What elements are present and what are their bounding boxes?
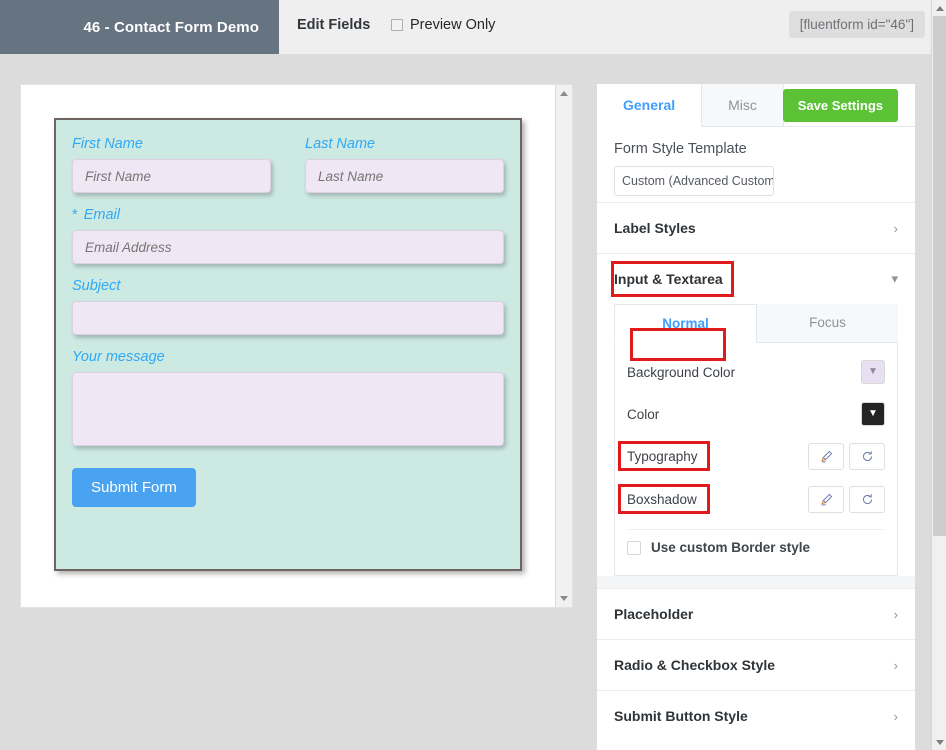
chevron-right-icon: ›	[893, 606, 898, 622]
accordion-header[interactable]: Radio & Checkbox Style ›	[597, 640, 915, 690]
form-preview-card: First Name Last Name * Email Subject You…	[20, 84, 573, 608]
accordion-header[interactable]: Placeholder ›	[597, 589, 915, 639]
field-first-name: First Name	[72, 136, 271, 193]
chevron-right-icon: ›	[893, 708, 898, 724]
typography-controls	[808, 443, 885, 470]
reset-icon	[862, 451, 872, 462]
save-settings-button[interactable]: Save Settings	[782, 89, 898, 122]
form-style-template-label: Form Style Template	[614, 141, 747, 157]
required-mark: *	[72, 207, 78, 223]
typography-edit-button[interactable]	[808, 443, 844, 470]
styled-contact-form: First Name Last Name * Email Subject You…	[54, 118, 522, 571]
edit-fields-link[interactable]: Edit Fields	[297, 17, 370, 33]
sub-tab-focus[interactable]: Focus	[757, 304, 898, 342]
reset-icon	[862, 494, 872, 505]
shortcode-field[interactable]: [fluentform id="46"]	[788, 11, 925, 38]
row-typography: Typography	[618, 441, 885, 471]
field-label: Subject	[72, 278, 121, 294]
page-scrollbar[interactable]	[931, 0, 946, 750]
chevron-down-icon: ▼	[868, 408, 878, 419]
accordion-submit-button-style: Submit Button Style ›	[597, 690, 915, 741]
field-email: * Email	[72, 207, 504, 264]
preview-scroll-up-icon[interactable]	[556, 85, 572, 102]
accordion-header[interactable]: Label Styles ›	[597, 203, 915, 253]
form-style-template-select[interactable]: Custom (Advanced Customi	[614, 166, 774, 196]
form-title-block: 46 - Contact Form Demo	[0, 0, 279, 54]
subject-input[interactable]	[72, 301, 504, 335]
preview-only-checkbox[interactable]	[391, 19, 403, 31]
field-subject: Subject	[72, 278, 504, 335]
message-textarea[interactable]	[72, 372, 504, 446]
boxshadow-controls	[808, 486, 885, 513]
preview-only-toggle[interactable]: Preview Only	[391, 17, 495, 33]
first-name-input[interactable]	[72, 159, 271, 193]
page-title: 46 - Contact Form Demo	[83, 18, 259, 36]
use-custom-border-checkbox[interactable]	[627, 540, 641, 555]
typography-reset-button[interactable]	[849, 443, 885, 470]
tab-misc[interactable]: Misc	[702, 84, 784, 126]
field-label: First Name	[72, 136, 143, 152]
normal-focus-tabs: Normal Focus	[614, 304, 898, 343]
topbar-divider	[0, 54, 946, 57]
accordion-title: Submit Button Style	[614, 708, 748, 724]
pencil-icon	[820, 493, 832, 506]
panel-divider	[597, 576, 915, 588]
accordion-title: Label Styles	[614, 220, 696, 236]
row-label: Typography	[627, 449, 698, 464]
preview-scroll-down-icon[interactable]	[556, 590, 572, 607]
tab-general[interactable]: General	[597, 84, 703, 127]
chevron-down-icon: ▼	[868, 366, 878, 377]
normal-settings-panel: Background Color ▼ Color ▼ Typography Bo…	[614, 343, 898, 576]
field-label-text: Email	[83, 207, 120, 223]
top-bar: 46 - Contact Form Demo Edit Fields Previ…	[0, 0, 946, 54]
accordion-radio-checkbox-style: Radio & Checkbox Style ›	[597, 639, 915, 690]
row-background-color: Background Color ▼	[627, 359, 885, 385]
last-name-input[interactable]	[305, 159, 504, 193]
field-label: Your message	[72, 349, 165, 365]
page-scrollbar-thumb[interactable]	[933, 16, 946, 536]
scroll-up-icon[interactable]	[932, 0, 946, 16]
email-input[interactable]	[72, 230, 504, 264]
row-color: Color ▼	[627, 401, 885, 427]
field-label: * Email	[72, 207, 504, 223]
accordion-header[interactable]: Submit Button Style ›	[597, 691, 915, 741]
row-label: Background Color	[627, 364, 736, 380]
settings-panel: General Misc Save Settings Form Style Te…	[597, 84, 915, 750]
background-color-swatch[interactable]: ▼	[861, 360, 885, 384]
scroll-down-icon[interactable]	[932, 734, 946, 750]
accordion-title: Placeholder	[614, 606, 694, 622]
field-last-name: Last Name	[305, 136, 504, 193]
pencil-icon	[820, 450, 832, 463]
row-label: Color	[627, 406, 660, 422]
boxshadow-reset-button[interactable]	[849, 486, 885, 513]
settings-tabs: General Misc Save Settings	[597, 84, 915, 127]
use-custom-border-label: Use custom Border style	[651, 540, 811, 555]
accordion-label-styles: Label Styles ›	[597, 202, 915, 253]
submit-form-button[interactable]: Submit Form	[72, 468, 196, 507]
boxshadow-edit-button[interactable]	[808, 486, 844, 513]
chevron-down-icon: ▾	[891, 271, 898, 286]
accordion-placeholder: Placeholder ›	[597, 588, 915, 639]
preview-scrollbar[interactable]	[555, 85, 572, 607]
row-boxshadow: Boxshadow	[618, 484, 885, 514]
accordion-input-textarea: Input & Textarea ▾ Normal Focus Backgrou…	[597, 253, 915, 576]
preview-only-label: Preview Only	[410, 17, 496, 33]
field-label: Last Name	[305, 136, 376, 152]
field-message: Your message	[72, 349, 504, 451]
chevron-right-icon: ›	[893, 657, 898, 673]
accordion-title: Radio & Checkbox Style	[614, 657, 776, 673]
sub-tab-normal[interactable]: Normal	[614, 304, 757, 343]
form-style-template-block: Form Style Template Custom (Advanced Cus…	[597, 127, 915, 202]
row-label: Boxshadow	[627, 492, 697, 507]
chevron-right-icon: ›	[893, 220, 898, 236]
accordion-header[interactable]: Input & Textarea ▾	[597, 254, 915, 304]
use-custom-border-row[interactable]: Use custom Border style	[627, 529, 885, 563]
accordion-title: Input & Textarea	[614, 271, 723, 287]
text-color-swatch[interactable]: ▼	[861, 402, 885, 426]
